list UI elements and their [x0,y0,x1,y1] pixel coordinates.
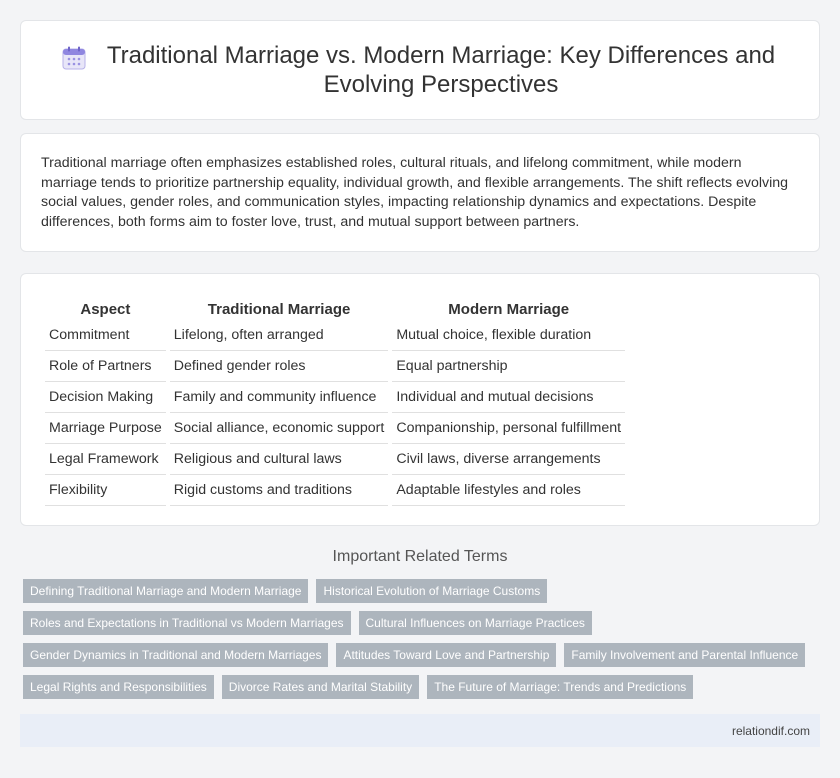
related-term-tag[interactable]: Defining Traditional Marriage and Modern… [23,579,309,603]
comparison-card: Aspect Traditional Marriage Modern Marri… [20,273,820,526]
table-cell: Legal Framework [45,444,166,475]
table-row: Decision Making Family and community inf… [45,382,626,413]
tag-row: Roles and Expectations in Traditional vs… [23,611,823,635]
table-cell: Defined gender roles [169,351,389,382]
related-term-tag[interactable]: Cultural Influences on Marriage Practice… [358,611,592,635]
intro-card: Traditional marriage often emphasizes es… [20,133,820,252]
related-term-tag[interactable]: Historical Evolution of Marriage Customs [316,579,548,603]
table-row: Commitment Lifelong, often arranged Mutu… [45,320,626,351]
title-card: Traditional Marriage vs. Modern Marriage… [20,20,820,120]
table-cell: Social alliance, economic support [169,413,389,444]
related-term-tag[interactable]: Roles and Expectations in Traditional vs… [23,611,351,635]
related-terms-list: Defining Traditional Marriage and Modern… [23,579,823,707]
table-cell: Flexibility [45,475,166,506]
table-cell: Lifelong, often arranged [169,320,389,351]
table-cell: Mutual choice, flexible duration [392,320,626,351]
table-cell: Commitment [45,320,166,351]
table-cell: Individual and mutual decisions [392,382,626,413]
table-cell: Civil laws, diverse arrangements [392,444,626,475]
intro-text: Traditional marriage often emphasizes es… [41,155,789,230]
table-row: Marriage Purpose Social alliance, econom… [45,413,626,444]
tag-row: Gender Dynamics in Traditional and Moder… [23,643,823,667]
table-cell: Rigid customs and traditions [169,475,389,506]
column-header-aspect: Aspect [80,301,131,318]
table-cell: Religious and cultural laws [169,444,389,475]
related-term-tag[interactable]: The Future of Marriage: Trends and Predi… [427,675,694,699]
table-cell: Role of Partners [45,351,166,382]
footer-site-link[interactable]: relationdif.com [732,724,810,738]
calendar-icon [62,46,86,70]
table-cell: Decision Making [45,382,166,413]
page-title: Traditional Marriage vs. Modern Marriage… [106,42,776,98]
table-cell: Family and community influence [169,382,389,413]
related-terms-title: Important Related Terms [332,548,508,565]
table-row: Flexibility Rigid customs and traditions… [45,475,626,506]
column-header-modern: Modern Marriage [448,301,570,318]
tag-row: Legal Rights and Responsibilities Divorc… [23,675,823,699]
related-term-tag[interactable]: Attitudes Toward Love and Partnership [336,643,557,667]
table-cell: Adaptable lifestyles and roles [392,475,626,506]
table-row: Role of Partners Defined gender roles Eq… [45,351,626,382]
column-header-traditional: Traditional Marriage [207,301,351,318]
table-cell: Equal partnership [392,351,626,382]
table-header-row: Aspect Traditional Marriage Modern Marri… [45,294,625,320]
title-wrap: Traditional Marriage vs. Modern Marriage… [61,41,779,99]
table-row: Legal Framework Religious and cultural l… [45,444,626,475]
tag-row: Defining Traditional Marriage and Modern… [23,579,823,603]
comparison-table: Aspect Traditional Marriage Modern Marri… [41,294,629,506]
table-cell: Companionship, personal fulfillment [392,413,626,444]
related-term-tag[interactable]: Family Involvement and Parental Influenc… [564,643,806,667]
related-term-tag[interactable]: Legal Rights and Responsibilities [23,675,214,699]
related-term-tag[interactable]: Divorce Rates and Marital Stability [221,675,420,699]
related-term-tag[interactable]: Gender Dynamics in Traditional and Moder… [23,643,329,667]
footer: relationdif.com [20,714,820,747]
table-cell: Marriage Purpose [45,413,166,444]
